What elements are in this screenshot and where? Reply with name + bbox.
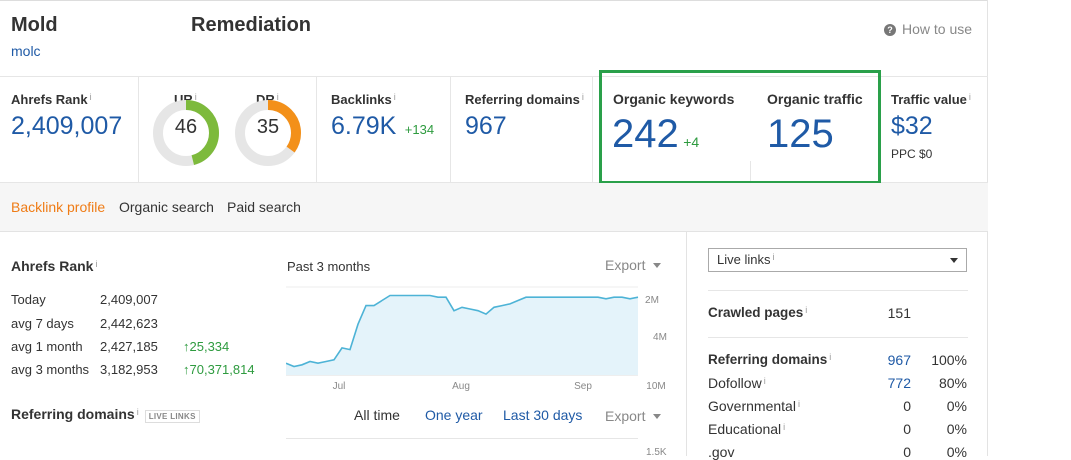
chevron-down-icon [653, 263, 662, 268]
side-row-percent: 0% [946, 444, 967, 460]
ahrefs-rank-value: 2,409,007 [11, 112, 123, 140]
rank-row-label: Today [11, 292, 46, 307]
rank-row-label: avg 3 months [11, 362, 90, 377]
y-tick-label: 4M [653, 332, 667, 343]
y-tick-label: 10M [646, 381, 665, 392]
x-tick-label: Jul [333, 381, 346, 392]
crawled-pages-value: 151 [887, 305, 911, 321]
rank-row-value: 2,442,623 [100, 316, 158, 331]
tab-organic-search[interactable]: Organic search [119, 199, 214, 215]
live-links-badge: LIVE LINKS [144, 410, 200, 423]
side-row-percent: 0% [946, 421, 967, 437]
x-tick-label: Aug [452, 381, 470, 392]
how-to-use-label: How to use [902, 21, 973, 37]
crawled-pages-label: Crawled pages i [708, 305, 808, 320]
panel-divider [686, 232, 687, 456]
page-title: Mold [11, 14, 58, 36]
referring-domains-label: Referring domains i [465, 92, 584, 107]
organic-keywords-label: Organic keywords [613, 91, 735, 107]
x-tick-label: Sep [574, 381, 592, 392]
rank-row-delta: ↑25,334 [183, 339, 230, 354]
how-to-use-link[interactable]: ? How to use [884, 21, 972, 37]
rank-row-label: avg 1 month [11, 339, 83, 354]
ref-chart-gridline [286, 438, 638, 439]
filter-last-30-days[interactable]: Last 30 days [503, 407, 582, 423]
y-tick-label: 2M [645, 295, 659, 306]
rank-row-value: 3,182,953 [100, 362, 158, 377]
side-row-value: 0 [903, 444, 911, 460]
help-icon: ? [884, 24, 896, 36]
rank-chart: 2M 4M 10M Jul Aug Sep [286, 286, 667, 392]
side-row-value[interactable]: 967 [871, 352, 911, 368]
side-row-label: Educational i [708, 421, 786, 437]
organic-keywords-delta: +4 [683, 134, 700, 150]
rank-row-value: 2,409,007 [100, 292, 158, 307]
filter-one-year[interactable]: One year [425, 407, 483, 423]
backlinks-label: Backlinks i [331, 92, 396, 107]
ppc-value: PPC $0 [891, 147, 933, 161]
top-border [0, 0, 988, 1]
rank-row-delta: ↑70,371,814 [183, 362, 255, 377]
target-url-link[interactable]: molc [11, 43, 41, 59]
ur-value: 46 [174, 116, 198, 138]
traffic-value-label: Traffic value i [891, 92, 971, 107]
side-row-label: .gov [708, 444, 735, 460]
rank-export-button[interactable]: Export [605, 257, 662, 273]
rank-panel-title: Ahrefs Rank i [11, 258, 98, 274]
dropdown-arrow-icon [950, 258, 958, 263]
filter-all-time[interactable]: All time [354, 407, 400, 423]
side-row-value: 0 [903, 398, 911, 414]
ref-domains-title: Referring domains i LIVE LINKS [11, 406, 200, 423]
organic-traffic-value[interactable]: 125 [767, 112, 834, 157]
backlinks-metric[interactable]: 6.79K +134 [331, 112, 434, 141]
side-row-value: 0 [903, 421, 911, 437]
ref-domains-export-button[interactable]: Export [605, 408, 662, 424]
side-row-value[interactable]: 772 [871, 375, 911, 391]
tab-paid-search[interactable]: Paid search [227, 199, 301, 215]
organic-keywords-value: 242 [612, 112, 679, 156]
organic-traffic-label: Organic traffic [767, 91, 863, 107]
side-row-percent: 0% [946, 398, 967, 414]
section-title: Remediation [191, 14, 312, 36]
ref-chart-y-tick: 1.5K [646, 447, 667, 458]
referring-domains-value[interactable]: 967 [465, 112, 507, 141]
side-row-label: Referring domains i [708, 352, 832, 367]
chevron-down-icon [653, 414, 662, 419]
backlinks-value: 6.79K [331, 112, 397, 140]
side-row-percent: 80% [938, 375, 967, 391]
rank-row-value: 2,427,185 [100, 339, 158, 354]
link-type-select[interactable]: Live links i [708, 248, 967, 272]
tab-backlink-profile[interactable]: Backlink profile [11, 199, 105, 215]
chart-period-label: Past 3 months [287, 259, 371, 274]
organic-keywords-metric[interactable]: 242 +4 [612, 112, 699, 157]
ahrefs-rank-label: Ahrefs Rank i [11, 92, 92, 107]
dr-value: 35 [256, 116, 280, 138]
rank-row-label: avg 7 days [11, 316, 74, 331]
tabs-bar: Backlink profile Organic search Paid sea… [0, 183, 988, 232]
backlinks-delta: +134 [404, 122, 435, 137]
side-row-label: Dofollow i [708, 375, 766, 391]
traffic-value-value: $32 [891, 112, 933, 140]
side-row-percent: 100% [931, 352, 967, 368]
side-row-label: Governmental i [708, 398, 800, 414]
